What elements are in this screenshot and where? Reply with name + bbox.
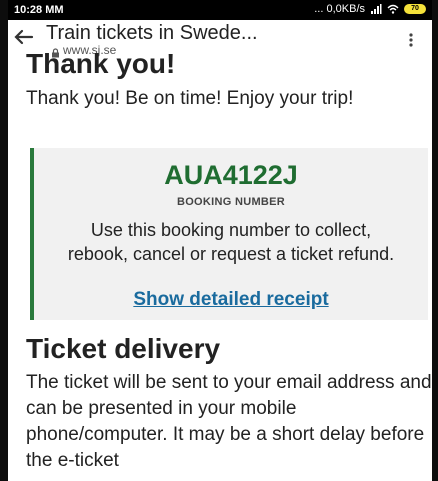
signal-icon [370,3,382,15]
back-arrow-icon[interactable] [12,27,36,47]
booking-number: AUA4122J [164,160,298,190]
battery-icon: 70 [404,4,426,14]
thank-you-heading: Thank you! [26,48,176,79]
more-vert-icon[interactable] [408,32,414,48]
status-bar: 10:28 MM ... 0,0KB/s 70 [8,0,432,20]
page-title: Train tickets in Swede... [46,22,258,44]
booking-card: AUA4122J BOOKING NUMBER Use this booking… [30,148,428,320]
phone-screen: 10:28 MM ... 0,0KB/s 70 Train tickets in… [8,0,432,481]
ticket-delivery-heading: Ticket delivery [26,333,221,364]
ticket-delivery-text: The ticket will be sent to your email ad… [26,372,432,471]
booking-number-label: BOOKING NUMBER [176,196,286,208]
booking-description: Use this booking number to collect, rebo… [67,220,395,264]
status-indicators: ... 0,0KB/s 70 [314,3,426,15]
wifi-icon [387,3,399,15]
show-receipt-link[interactable]: Show detailed receipt [34,289,428,311]
thank-you-text: Thank you! Be on time! Enjoy your trip! [26,88,354,109]
network-speed: ... 0,0KB/s [314,3,365,15]
status-time: 10:28 MM [14,4,64,16]
